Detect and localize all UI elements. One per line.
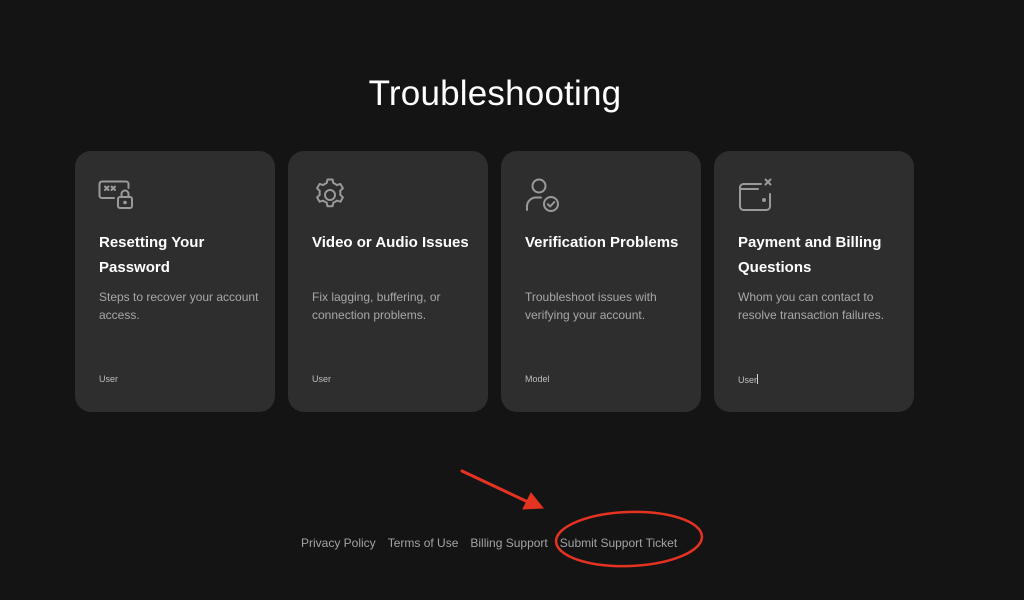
troubleshooting-page: Troubleshooting Resetting Your Password … bbox=[0, 0, 1024, 600]
card-verification-problems[interactable]: Verification Problems Troubleshoot issue… bbox=[501, 151, 701, 412]
card-title: Payment and Billing Questions bbox=[738, 234, 882, 276]
wallet-x-icon bbox=[736, 175, 776, 215]
page-title: Troubleshooting bbox=[368, 74, 622, 113]
card-description: Whom you can contact to resolve transact… bbox=[738, 290, 885, 322]
card-tag-text: User bbox=[738, 375, 758, 385]
card-title: Resetting Your Password bbox=[99, 234, 205, 276]
card-description: Troubleshoot issues with verifying your … bbox=[525, 290, 657, 322]
card-tag: User bbox=[738, 374, 759, 385]
submit-support-ticket-link[interactable]: Submit Support Ticket bbox=[560, 536, 677, 550]
text-cursor bbox=[757, 374, 759, 384]
card-title: Verification Problems bbox=[525, 234, 679, 251]
card-payment-billing[interactable]: Payment and Billing Questions Whom you c… bbox=[714, 151, 914, 412]
annotation-arrow bbox=[460, 469, 545, 510]
card-description: Fix lagging, buffering, or connection pr… bbox=[312, 290, 441, 322]
card-video-audio-issues[interactable]: Video or Audio Issues Fix lagging, buffe… bbox=[288, 151, 488, 412]
privacy-policy-link[interactable]: Privacy Policy bbox=[301, 536, 376, 550]
password-lock-icon bbox=[97, 175, 137, 215]
card-tag: User bbox=[312, 374, 332, 384]
billing-support-link[interactable]: Billing Support bbox=[470, 536, 547, 550]
card-grid: Resetting Your Password Steps to recover… bbox=[75, 151, 914, 412]
terms-of-use-link[interactable]: Terms of Use bbox=[388, 536, 459, 550]
card-tag: Model bbox=[525, 374, 550, 384]
user-check-icon bbox=[523, 175, 563, 215]
footer-links: Privacy Policy Terms of Use Billing Supp… bbox=[301, 536, 677, 550]
card-tag: User bbox=[99, 374, 119, 384]
gear-icon bbox=[310, 175, 350, 215]
card-description: Steps to recover your account access. bbox=[99, 290, 259, 322]
card-title: Video or Audio Issues bbox=[312, 234, 469, 251]
card-resetting-password[interactable]: Resetting Your Password Steps to recover… bbox=[75, 151, 275, 412]
